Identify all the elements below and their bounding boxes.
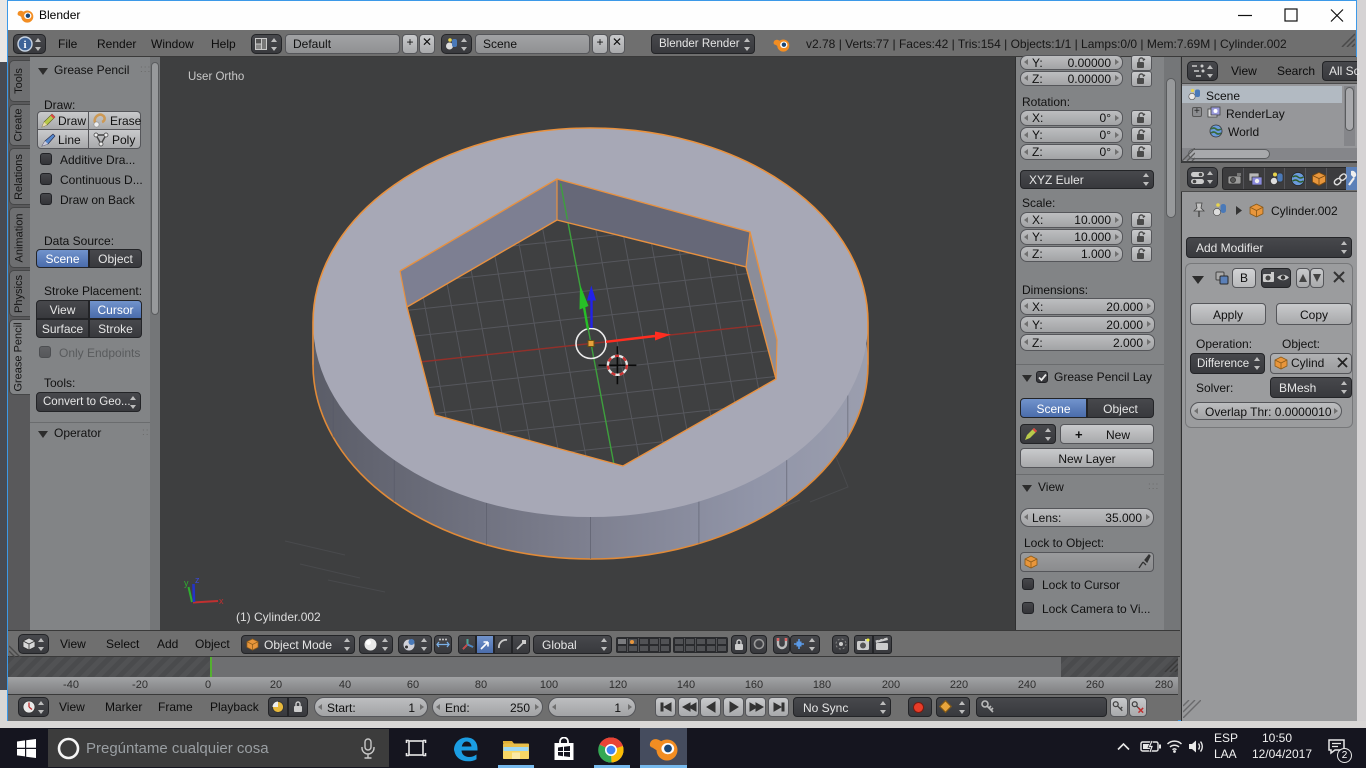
svg-text:(1) Cylinder.002: (1) Cylinder.002 (236, 610, 321, 624)
svg-text:User Ortho: User Ortho (188, 71, 244, 83)
svg-text:i: i (23, 39, 26, 51)
svg-text:x: x (219, 596, 224, 606)
svg-text:y: y (184, 578, 189, 588)
svg-text:z: z (195, 575, 200, 585)
